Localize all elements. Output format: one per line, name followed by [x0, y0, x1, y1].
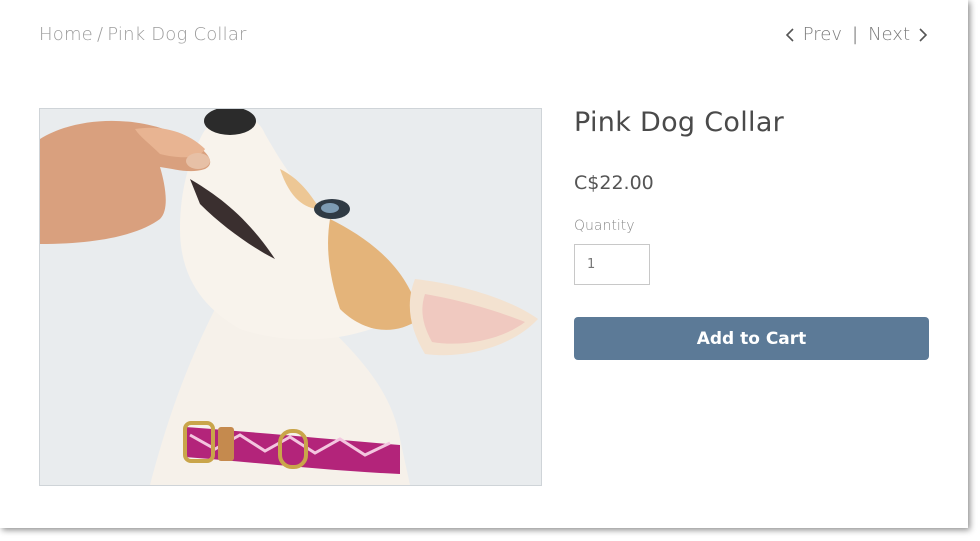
prev-label: Prev	[802, 24, 842, 45]
chevron-left-icon	[785, 27, 794, 42]
breadcrumb-home-link[interactable]: Home	[39, 24, 93, 45]
prev-link[interactable]: Prev	[785, 24, 842, 45]
breadcrumb-separator: /	[96, 24, 104, 45]
pager-divider: |	[851, 24, 859, 45]
add-to-cart-button[interactable]: Add to Cart	[574, 317, 929, 360]
next-label: Next	[868, 24, 910, 45]
product-page-card: Home / Pink Dog Collar Prev | Next Pink …	[0, 0, 968, 528]
product-image[interactable]	[39, 108, 542, 486]
product-price: C$22.00	[574, 172, 654, 194]
quantity-label: Quantity	[574, 218, 635, 234]
chevron-right-icon	[919, 27, 928, 42]
product-pager: Prev | Next	[785, 24, 928, 45]
next-link[interactable]: Next	[868, 24, 928, 45]
dog-collar-photo	[40, 109, 541, 485]
breadcrumb: Home / Pink Dog Collar	[39, 24, 247, 45]
breadcrumb-current: Pink Dog Collar	[107, 24, 247, 45]
quantity-input[interactable]	[574, 244, 650, 285]
product-title: Pink Dog Collar	[574, 107, 785, 138]
